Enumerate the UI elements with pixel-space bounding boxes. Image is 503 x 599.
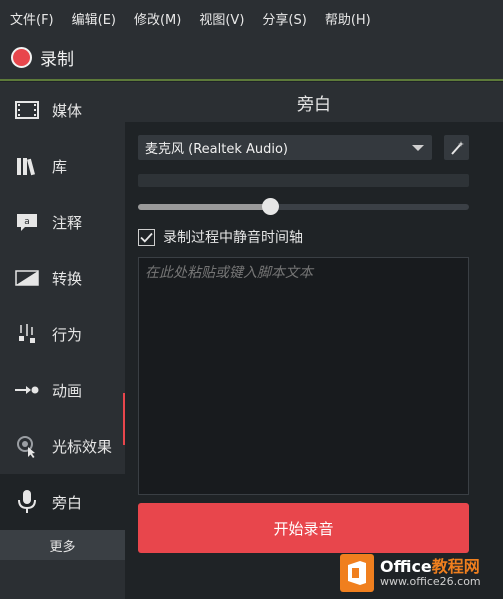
voice-narration-panel: 麦克风 (Realtek Audio) 录制过程中静音时间轴 开始录音: [125, 122, 503, 599]
watermark: Office教程网 www.office26.com: [340, 550, 500, 596]
sidebar-item-label: 媒体: [52, 101, 83, 120]
cursor-effect-icon: [14, 433, 40, 459]
sidebar-item-voice-narration[interactable]: 旁白: [0, 474, 125, 530]
auto-adjust-button[interactable]: [444, 135, 469, 160]
more-button[interactable]: 更多: [0, 530, 125, 560]
sidebar-item-label: 转换: [52, 269, 83, 288]
watermark-url: www.office26.com: [380, 574, 481, 588]
film-icon: [14, 97, 40, 123]
watermark-title: Office教程网: [380, 557, 480, 577]
panel-title: 旁白: [125, 82, 503, 122]
menu-view[interactable]: 视图(V): [199, 9, 244, 28]
record-dot-icon: [11, 47, 32, 68]
checkmark-icon: [140, 232, 153, 243]
sidebar-item-cursor-effects[interactable]: 光标效果: [0, 418, 125, 474]
office-logo-icon: [340, 554, 374, 592]
record-button[interactable]: 录制: [11, 45, 74, 70]
svg-text:a: a: [24, 217, 30, 227]
sidebar-item-label: 动画: [52, 381, 83, 400]
start-recording-button[interactable]: 开始录音: [138, 503, 469, 553]
script-textarea[interactable]: [138, 257, 469, 495]
sidebar-item-label: 库: [52, 157, 68, 176]
mute-timeline-checkbox[interactable]: [138, 228, 155, 246]
sidebar: 媒体 库 a 注释 转换 行为 动画 光标效果 旁白 更多: [0, 82, 125, 599]
record-label: 录制: [40, 50, 74, 70]
sidebar-item-media[interactable]: 媒体: [0, 82, 125, 138]
transition-icon: [14, 265, 40, 291]
record-bar: 录制: [0, 36, 503, 81]
sidebar-item-animations[interactable]: 动画: [0, 362, 125, 418]
magic-wand-icon: [450, 140, 464, 155]
volume-slider[interactable]: [138, 198, 469, 215]
mute-timeline-label: 录制过程中静音时间轴: [163, 230, 303, 246]
microphone-select-value: 麦克风 (Realtek Audio): [145, 142, 289, 157]
menu-modify[interactable]: 修改(M): [134, 9, 181, 28]
menu-edit[interactable]: 编辑(E): [72, 9, 116, 28]
sidebar-item-annotations[interactable]: a 注释: [0, 194, 125, 250]
volume-slider-fill: [138, 204, 271, 210]
sidebar-item-transitions[interactable]: 转换: [0, 250, 125, 306]
menu-help[interactable]: 帮助(H): [325, 9, 371, 28]
menubar: 文件(F) 编辑(E) 修改(M) 视图(V) 分享(S) 帮助(H): [0, 0, 503, 36]
microphone-select[interactable]: 麦克风 (Realtek Audio): [138, 135, 432, 160]
sidebar-item-label: 旁白: [52, 493, 83, 512]
sidebar-item-label: 光标效果: [52, 437, 113, 456]
menu-share[interactable]: 分享(S): [262, 9, 306, 28]
behavior-icon: [14, 321, 40, 347]
audio-level-meter: [138, 174, 469, 187]
animation-icon: [14, 377, 40, 403]
sidebar-item-behaviors[interactable]: 行为: [0, 306, 125, 362]
sidebar-item-label: 注释: [52, 213, 83, 232]
library-icon: [14, 153, 40, 179]
volume-slider-thumb[interactable]: [262, 198, 280, 215]
sidebar-item-label: 行为: [52, 325, 83, 344]
microphone-icon: [14, 489, 40, 515]
menu-file[interactable]: 文件(F): [10, 9, 54, 28]
chevron-down-icon: [412, 145, 424, 151]
mute-timeline-option: 录制过程中静音时间轴: [138, 227, 303, 247]
sidebar-item-library[interactable]: 库: [0, 138, 125, 194]
annotation-icon: a: [14, 209, 40, 235]
